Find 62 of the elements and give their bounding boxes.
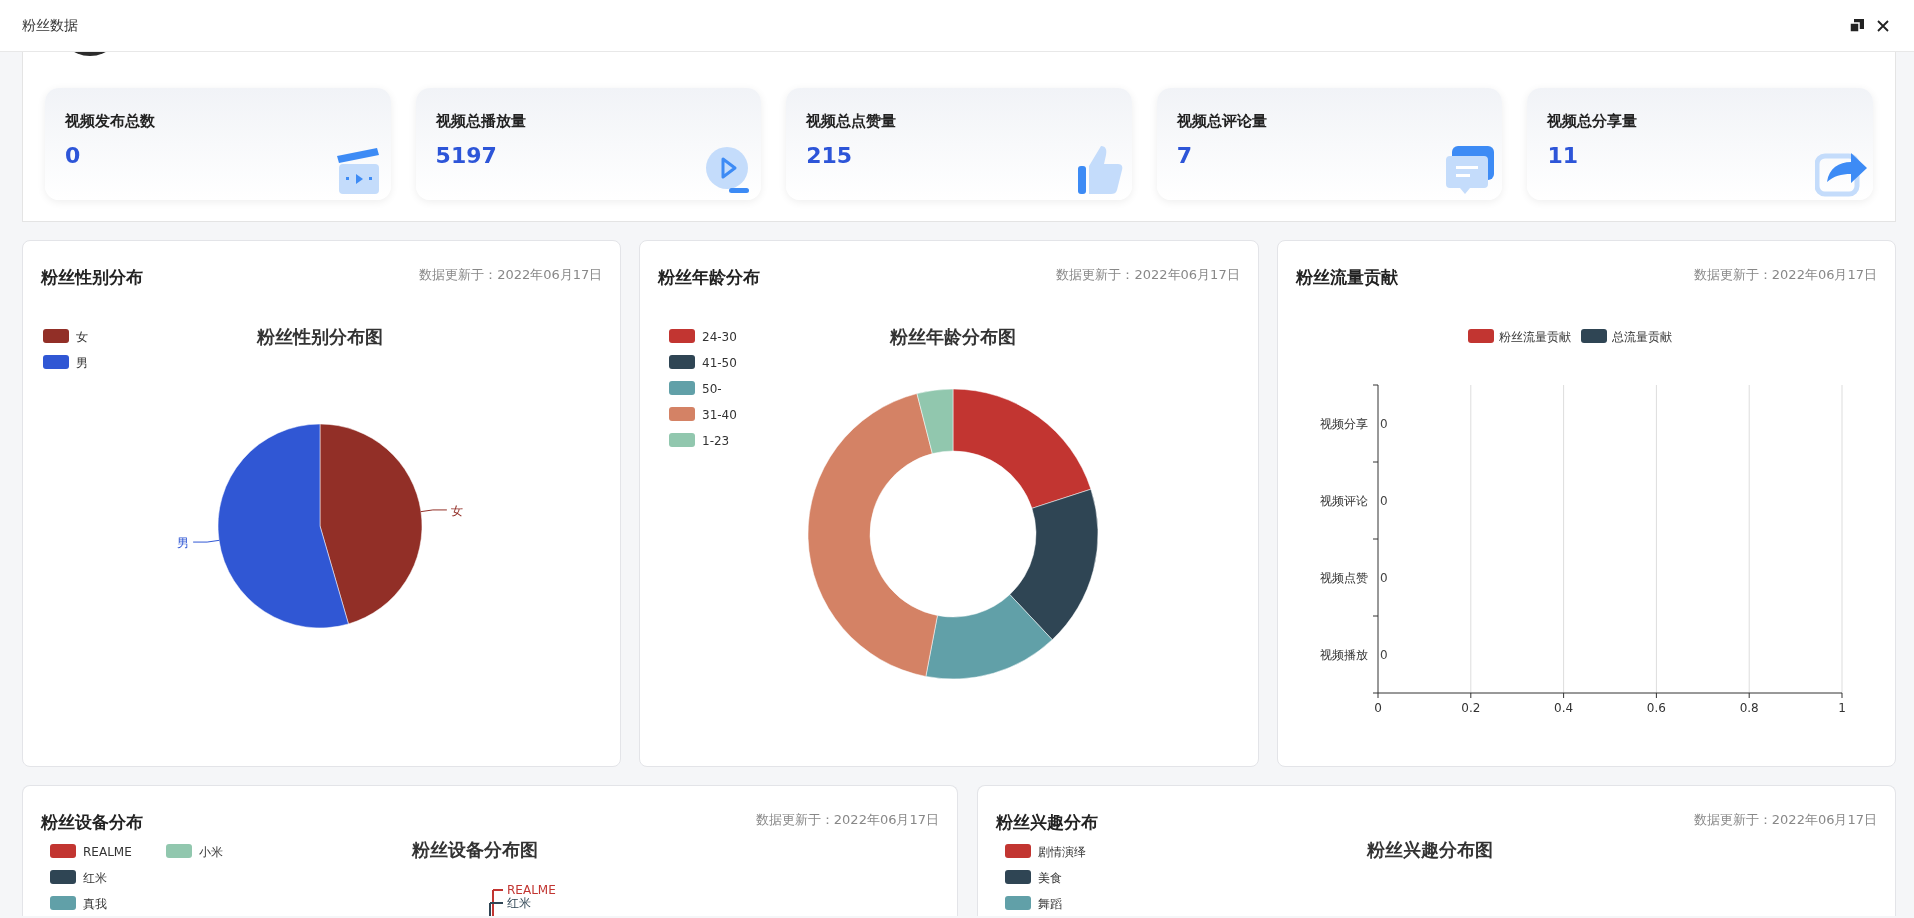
chart-title: 粉丝年龄分布图: [890, 326, 1017, 347]
card-title: 粉丝流量贡献: [1295, 266, 1398, 289]
legend-item[interactable]: 总流量贡献: [1580, 329, 1672, 344]
legend-item[interactable]: 真我: [50, 896, 107, 911]
stat-value: 5197: [435, 141, 498, 170]
update-date: 数据更新于：2022年06月17日: [755, 811, 939, 829]
restore-icon[interactable]: [1848, 16, 1866, 35]
legend-item[interactable]: 舞蹈: [1005, 896, 1062, 911]
stat-value: 11: [1547, 141, 1579, 170]
update-date: 数据更新于：2022年06月17日: [1693, 266, 1877, 284]
card-title: 粉丝设备分布: [41, 811, 143, 834]
slice-label: 红米: [507, 896, 531, 910]
axis-tick-label: 0: [1373, 701, 1382, 715]
update-date: 数据更新于：2022年06月17日: [1693, 811, 1877, 829]
legend-item[interactable]: REALME: [50, 844, 132, 859]
data-label: 0: [1379, 647, 1388, 662]
update-date: 数据更新于：2022年06月17日: [1056, 266, 1240, 284]
axis-tick-label: 0.8: [1739, 701, 1759, 715]
legend-item[interactable]: 美食: [1005, 870, 1062, 885]
axis-tick-label: 0.6: [1646, 701, 1666, 715]
chart-title: 粉丝设备分布图: [412, 839, 538, 860]
data-label: 0: [1379, 416, 1388, 431]
leader-line: [192, 539, 220, 543]
card-title: 粉丝年龄分布: [658, 266, 761, 289]
axis-tick-label: 1: [1837, 701, 1846, 715]
leader-line: [420, 509, 448, 513]
data-label: 0: [1379, 493, 1388, 508]
legend-item[interactable]: 红米: [50, 870, 107, 885]
stat-label: 视频总分享量: [1547, 111, 1639, 132]
legend-item[interactable]: 31-40: [669, 407, 738, 422]
update-date: 数据更新于：2022年06月17日: [419, 266, 603, 284]
slice-label: REALME: [507, 883, 556, 897]
stat-value: 0: [65, 141, 82, 170]
data-label: 0: [1379, 570, 1388, 585]
legend-item[interactable]: 剧情演绎: [1005, 844, 1086, 859]
axis-category-label: 视频分享: [1319, 416, 1368, 431]
card-title: 粉丝性别分布: [41, 266, 143, 289]
legend-item[interactable]: 粉丝流量贡献: [1467, 329, 1571, 344]
axis-tick-label: 0.2: [1460, 701, 1480, 715]
legend-item[interactable]: 50-: [669, 381, 722, 396]
slice-label: 男: [177, 536, 190, 551]
card-title: 粉丝兴趣分布: [996, 811, 1098, 834]
legend-item[interactable]: 1-23: [669, 433, 730, 448]
stat-label: 视频总评论量: [1176, 111, 1268, 132]
legend-label: 粉丝流量贡献: [1498, 330, 1571, 344]
legend-item[interactable]: 24-30: [669, 329, 738, 344]
legend-item[interactable]: 小米: [166, 844, 223, 859]
chart-title: 粉丝兴趣分布图: [1367, 839, 1493, 860]
stat-value: 7: [1176, 141, 1194, 170]
axis-category-label: 视频评论: [1319, 493, 1368, 508]
stat-label: 视频发布总数: [65, 111, 156, 132]
stat-label: 视频总播放量: [435, 111, 527, 132]
axis-category-label: 视频点赞: [1319, 570, 1368, 585]
slice-label: 女: [450, 503, 463, 518]
axis-category-label: 视频播放: [1319, 647, 1368, 662]
stat-label: 视频总点赞量: [806, 111, 898, 132]
chart-title: 粉丝性别分布图: [257, 326, 383, 347]
axis-tick-label: 0.4: [1553, 701, 1573, 715]
legend-label: 总流量贡献: [1610, 330, 1672, 344]
stat-value: 215: [806, 141, 854, 170]
window-title: 粉丝数据: [22, 16, 78, 35]
legend-item[interactable]: 41-50: [669, 355, 738, 370]
